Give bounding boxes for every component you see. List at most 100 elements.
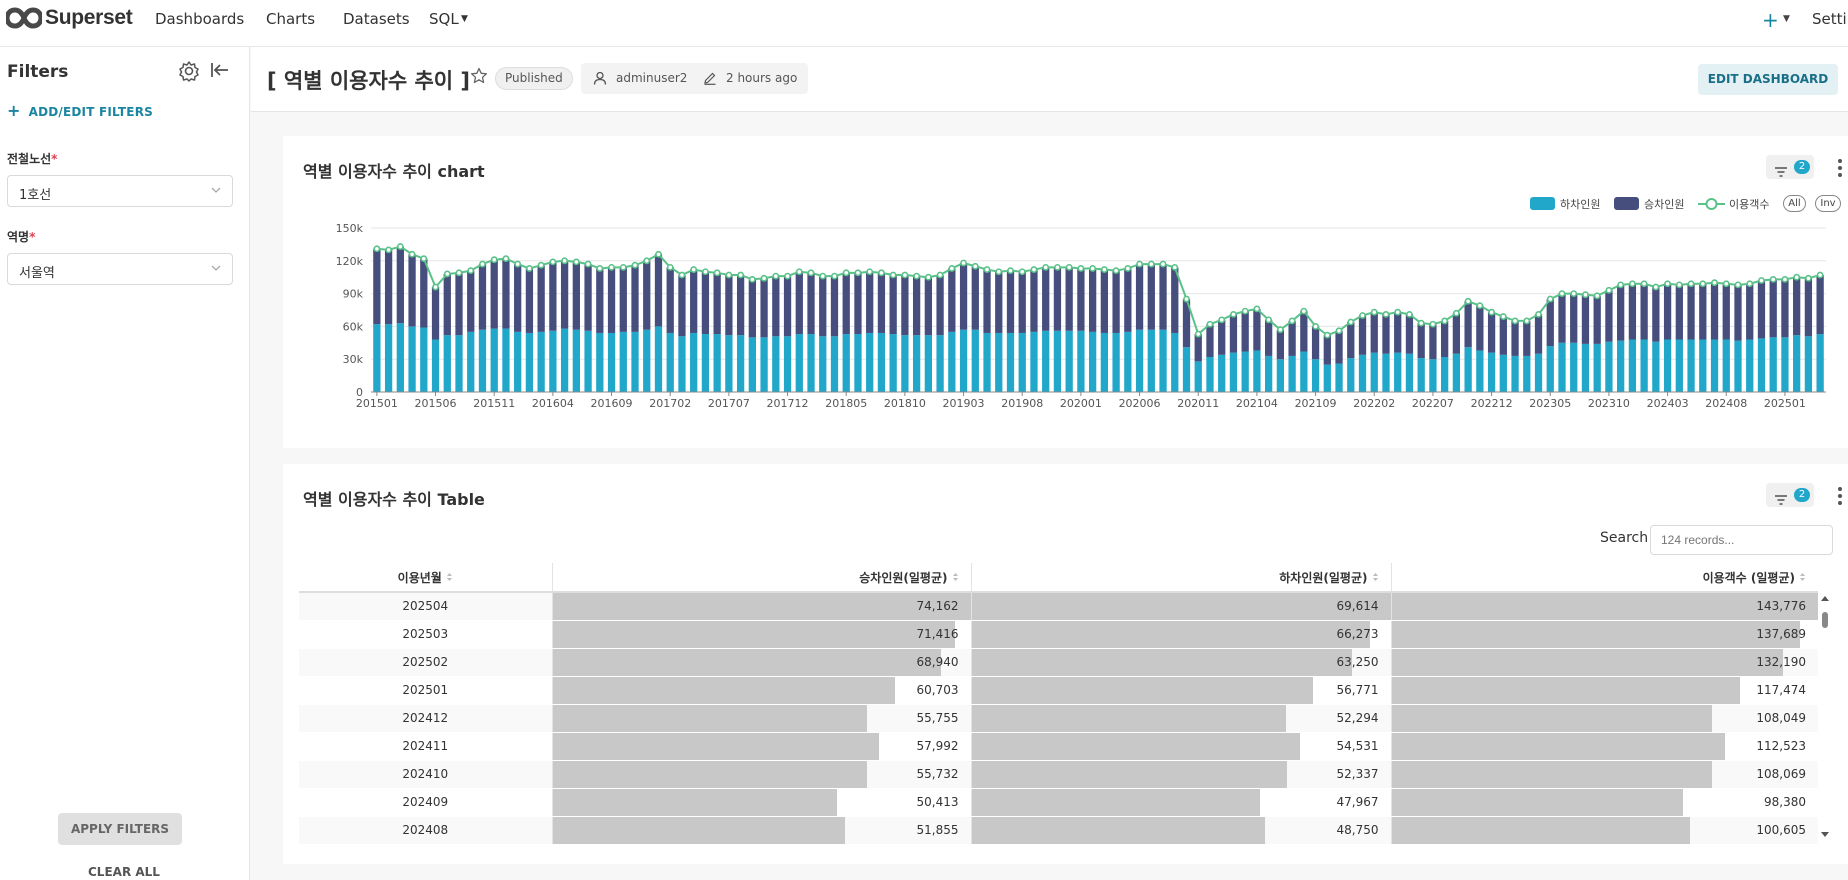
bar-boarding[interactable] — [842, 272, 850, 335]
bar-boarding[interactable] — [549, 261, 557, 331]
point-users[interactable] — [385, 246, 393, 254]
bar-boarding[interactable] — [1757, 280, 1766, 339]
point-users[interactable] — [619, 263, 627, 271]
bar-boarding[interactable] — [607, 267, 616, 333]
nav-settings[interactable]: Settings — [1812, 10, 1848, 28]
point-users[interactable] — [1124, 265, 1132, 272]
bar-boarding[interactable] — [1077, 268, 1085, 331]
bar-boarding[interactable] — [572, 261, 580, 330]
bar-boarding[interactable] — [1288, 320, 1296, 356]
bar-alighting[interactable] — [1663, 339, 1672, 392]
point-users[interactable] — [1429, 320, 1437, 328]
point-users[interactable] — [1476, 302, 1484, 310]
point-users[interactable] — [819, 272, 827, 280]
point-users[interactable] — [490, 256, 498, 264]
bar-alighting[interactable] — [596, 332, 604, 392]
bar-alighting[interactable] — [478, 329, 487, 392]
bar-boarding[interactable] — [701, 271, 710, 335]
bar-alighting[interactable] — [1124, 331, 1132, 392]
point-users[interactable] — [1711, 279, 1718, 287]
point-users[interactable] — [1781, 275, 1789, 283]
point-users[interactable] — [631, 261, 639, 269]
bar-boarding[interactable] — [1499, 316, 1507, 355]
point-users[interactable] — [561, 257, 569, 265]
bar-boarding[interactable] — [1487, 312, 1496, 353]
point-users[interactable] — [1253, 305, 1261, 313]
bar-boarding[interactable] — [490, 259, 498, 329]
bar-boarding[interactable] — [1628, 283, 1637, 340]
bar-boarding[interactable] — [408, 254, 416, 327]
point-users[interactable] — [502, 255, 510, 263]
bar-boarding[interactable] — [1746, 283, 1754, 340]
table-row[interactable]: 202504 74,162 69,614 143,776 — [299, 592, 1818, 621]
bar-boarding[interactable] — [1088, 268, 1097, 332]
bar-alighting[interactable] — [1699, 339, 1707, 392]
table-row[interactable]: 202503 71,416 66,273 137,689 — [299, 620, 1818, 649]
bar-boarding[interactable] — [1253, 308, 1261, 351]
superset-logo[interactable]: Superset — [6, 5, 133, 31]
point-users[interactable] — [1136, 260, 1143, 268]
bar-alighting[interactable] — [889, 334, 897, 392]
bar-alighting[interactable] — [408, 326, 416, 392]
bar-boarding[interactable] — [1511, 320, 1519, 356]
bar-boarding[interactable] — [525, 268, 534, 333]
point-users[interactable] — [1347, 318, 1355, 326]
bar-alighting[interactable] — [678, 336, 686, 392]
point-users[interactable] — [537, 261, 545, 269]
bar-boarding[interactable] — [725, 275, 733, 336]
bar-boarding[interactable] — [1793, 277, 1801, 336]
bar-boarding[interactable] — [971, 266, 979, 330]
bar-boarding[interactable] — [1229, 314, 1238, 353]
bar-boarding[interactable] — [830, 276, 839, 337]
point-users[interactable] — [936, 271, 944, 279]
bar-boarding[interactable] — [420, 258, 428, 328]
point-users[interactable] — [1593, 292, 1601, 300]
bar-alighting[interactable] — [1781, 337, 1789, 392]
legend-swatch-alighting[interactable] — [1530, 197, 1555, 210]
point-users[interactable] — [1441, 317, 1449, 325]
sql-caret-icon[interactable]: ▼ — [461, 14, 468, 24]
table-row[interactable]: 202501 60,703 56,771 117,474 — [299, 676, 1818, 705]
plus-caret-icon[interactable]: ▼ — [1783, 14, 1790, 24]
dashboard-title[interactable]: [ 역별 이용자수 추이 ] — [267, 65, 470, 95]
point-users[interactable] — [1300, 307, 1308, 315]
bar-alighting[interactable] — [1382, 353, 1390, 392]
point-users[interactable] — [1194, 330, 1202, 338]
point-users[interactable] — [1699, 280, 1707, 288]
bar-alighting[interactable] — [912, 335, 921, 392]
bar-alighting[interactable] — [1100, 332, 1109, 392]
bar-alighting[interactable] — [1593, 343, 1601, 392]
bar-alighting[interactable] — [1452, 353, 1461, 392]
point-users[interactable] — [854, 269, 862, 277]
point-users[interactable] — [608, 263, 615, 271]
bar-alighting[interactable] — [772, 336, 780, 392]
legend-all-button[interactable]: All — [1783, 195, 1806, 212]
bar-alighting[interactable] — [1417, 358, 1425, 392]
point-users[interactable] — [1687, 280, 1695, 288]
bar-boarding[interactable] — [889, 275, 897, 335]
point-users[interactable] — [1769, 275, 1777, 283]
point-users[interactable] — [913, 272, 921, 280]
bar-alighting[interactable] — [1464, 347, 1472, 392]
point-users[interactable] — [842, 269, 850, 277]
point-users[interactable] — [1370, 308, 1378, 316]
bar-alighting[interactable] — [502, 328, 510, 392]
point-users[interactable] — [1323, 331, 1331, 339]
bar-alighting[interactable] — [1253, 350, 1261, 392]
bar-alighting[interactable] — [1640, 339, 1648, 392]
point-users[interactable] — [983, 266, 991, 273]
point-users[interactable] — [1406, 310, 1413, 318]
bar-boarding[interactable] — [1405, 314, 1414, 354]
point-users[interactable] — [960, 259, 967, 267]
point-users[interactable] — [1452, 309, 1460, 317]
point-users[interactable] — [455, 269, 463, 277]
point-users[interactable] — [1288, 317, 1296, 325]
point-users[interactable] — [643, 257, 651, 265]
bar-alighting[interactable] — [1793, 335, 1801, 392]
bar-boarding[interactable] — [1135, 264, 1144, 330]
bar-boarding[interactable] — [1370, 312, 1378, 353]
legend-inverse-button[interactable]: Inv — [1815, 195, 1841, 212]
point-users[interactable] — [889, 271, 897, 279]
bar-alighting[interactable] — [1523, 355, 1531, 392]
bar-alighting[interactable] — [1042, 330, 1050, 392]
